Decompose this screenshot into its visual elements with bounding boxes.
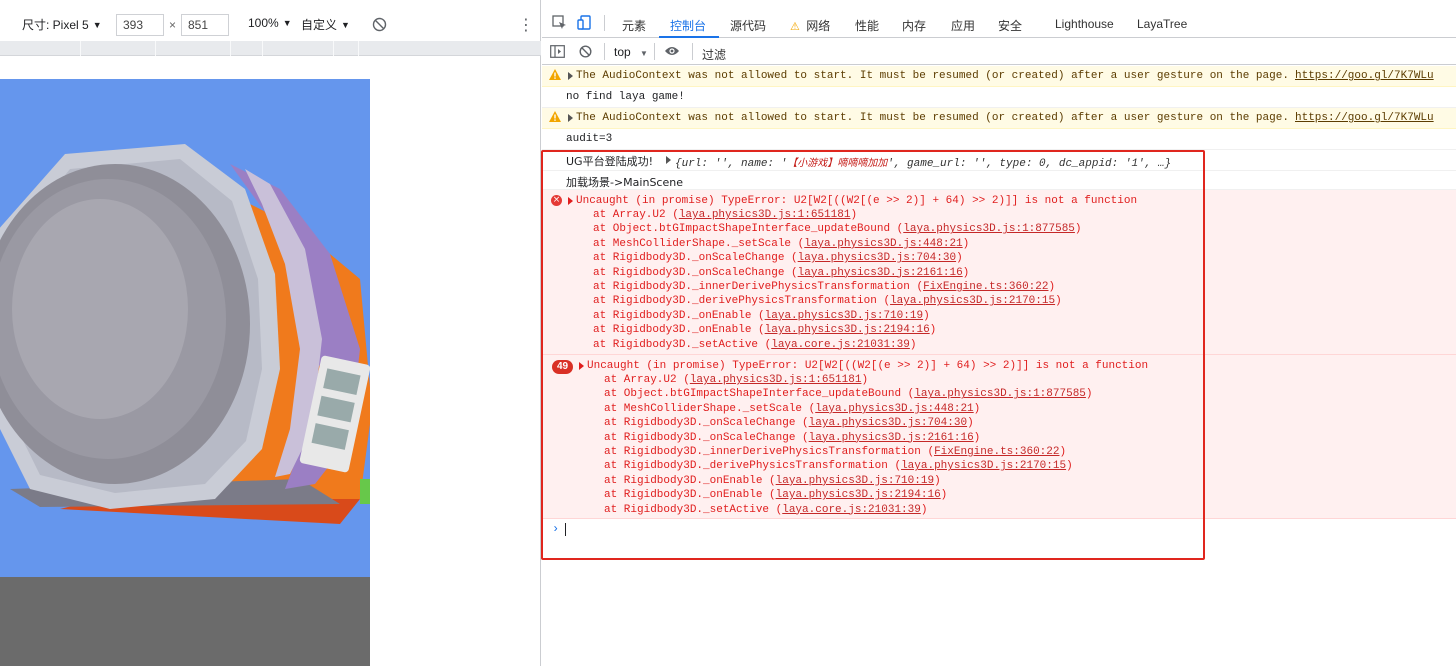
inspect-element-icon[interactable] (552, 15, 567, 33)
more-vert-icon[interactable]: ⋮ (518, 15, 534, 35)
device-width-input[interactable]: 393 (116, 14, 164, 36)
game-scene-canvas (0, 79, 370, 666)
expand-triangle-icon[interactable] (568, 114, 573, 122)
throttle-label: 自定义 (301, 18, 338, 32)
tab-network[interactable]: ⚠ 网络 (790, 17, 830, 34)
log-text: audit=3 (566, 133, 613, 145)
toolbar-separator (692, 43, 693, 60)
tab-console[interactable]: 控制台 (670, 17, 706, 34)
filter-input[interactable]: 过滤 (702, 46, 726, 63)
device-height-input[interactable]: 851 (181, 14, 229, 36)
zoom-label: 100% (248, 16, 279, 30)
tab-sources[interactable]: 源代码 (730, 17, 766, 34)
tab-network-label: 网络 (806, 19, 831, 33)
rotate-icon[interactable] (372, 17, 387, 32)
media-query-ruler (0, 41, 541, 56)
tab-memory[interactable]: 内存 (902, 17, 926, 34)
tab-performance[interactable]: 性能 (855, 17, 879, 34)
toolbar-separator (604, 43, 605, 60)
dimension-separator: × (169, 18, 177, 32)
context-select[interactable]: top ▼ (614, 45, 648, 59)
warning-link[interactable]: https://goo.gl/7K7WLu (1295, 112, 1434, 124)
warning-icon (549, 69, 561, 80)
device-toolbar: 尺寸: Pixel 5 ▼ 393 × 851 100% ▼ 自定义 ▼ ⋮ (0, 8, 541, 40)
game-viewport[interactable] (0, 79, 370, 666)
highlight-annotation-box (541, 150, 1205, 560)
console-toolbar: top ▼ 过滤 (542, 39, 1456, 65)
warning-icon (549, 111, 561, 122)
log-text: no find laya game! (566, 91, 685, 103)
console-log: audit=3 (542, 129, 1456, 150)
caret-down-icon: ▼ (640, 49, 648, 58)
devtools-window: 尺寸: Pixel 5 ▼ 393 × 851 100% ▼ 自定义 ▼ ⋮ 元… (0, 0, 1456, 666)
warning-text: The AudioContext was not allowed to star… (576, 112, 1296, 124)
context-select-label: top (614, 45, 631, 59)
devtools-tab-bar: 元素 控制台 源代码 ⚠ 网络 性能 内存 应用 安全 Lighthouse L… (542, 8, 1456, 38)
warning-icon: ⚠ (790, 21, 800, 33)
active-tab-indicator (659, 36, 719, 38)
device-toggle-icon[interactable] (577, 15, 592, 33)
tab-elements[interactable]: 元素 (622, 17, 646, 34)
console-log: no find laya game! (542, 87, 1456, 108)
warning-link[interactable]: https://goo.gl/7K7WLu (1295, 70, 1434, 82)
console-warning: The AudioContext was not allowed to star… (542, 66, 1456, 87)
device-select[interactable]: 尺寸: Pixel 5 ▼ (22, 16, 102, 33)
tab-separator (604, 15, 605, 31)
device-emulation-pane: 尺寸: Pixel 5 ▼ 393 × 851 100% ▼ 自定义 ▼ ⋮ (0, 0, 541, 666)
throttle-select[interactable]: 自定义 ▼ (301, 16, 350, 33)
tab-layatree[interactable]: LayaTree (1137, 17, 1187, 31)
warning-text: The AudioContext was not allowed to star… (576, 70, 1296, 82)
tab-application[interactable]: 应用 (951, 17, 975, 34)
tab-lighthouse[interactable]: Lighthouse (1055, 17, 1114, 31)
clear-console-icon[interactable] (579, 45, 592, 61)
live-expression-eye-icon[interactable] (664, 45, 680, 60)
expand-triangle-icon[interactable] (568, 72, 573, 80)
toolbar-separator (654, 43, 655, 60)
sidebar-toggle-icon[interactable] (550, 45, 565, 61)
device-select-label: 尺寸: Pixel 5 (22, 18, 89, 32)
console-warning: The AudioContext was not allowed to star… (542, 108, 1456, 129)
caret-down-icon: ▼ (282, 18, 292, 28)
zoom-select[interactable]: 100% ▼ (248, 16, 292, 30)
tab-security[interactable]: 安全 (998, 17, 1022, 34)
caret-down-icon: ▼ (92, 19, 102, 30)
caret-down-icon: ▼ (341, 19, 350, 30)
